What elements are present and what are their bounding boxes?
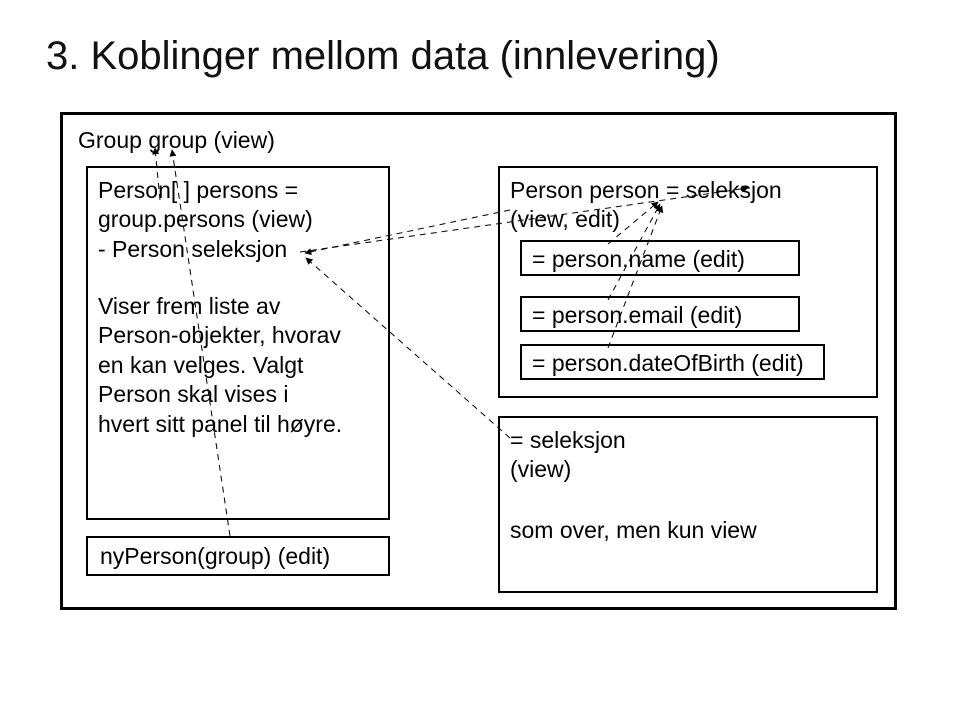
- group-label: Group group (view): [78, 126, 275, 155]
- slide: 3. Koblinger mellom data (innlevering) G…: [0, 0, 960, 728]
- som-over-label: som over, men kun view: [510, 516, 757, 545]
- person-decl: Person person = seleksjon (view, edit): [510, 176, 782, 235]
- dob-field-label: = person.dateOfBirth (edit): [532, 349, 804, 378]
- persons-decl: Person[ ] persons = group.persons (view)…: [98, 176, 313, 264]
- nyperson-label: nyPerson(group) (edit): [100, 542, 330, 571]
- slide-title: 3. Koblinger mellom data (innlevering): [46, 34, 720, 79]
- email-field-label: = person.email (edit): [532, 301, 742, 330]
- seleksjon-view-label: = seleksjon (view): [510, 426, 626, 485]
- list-explain: Viser frem liste av Person-objekter, hvo…: [98, 292, 342, 439]
- name-field-label: = person.name (edit): [532, 245, 745, 274]
